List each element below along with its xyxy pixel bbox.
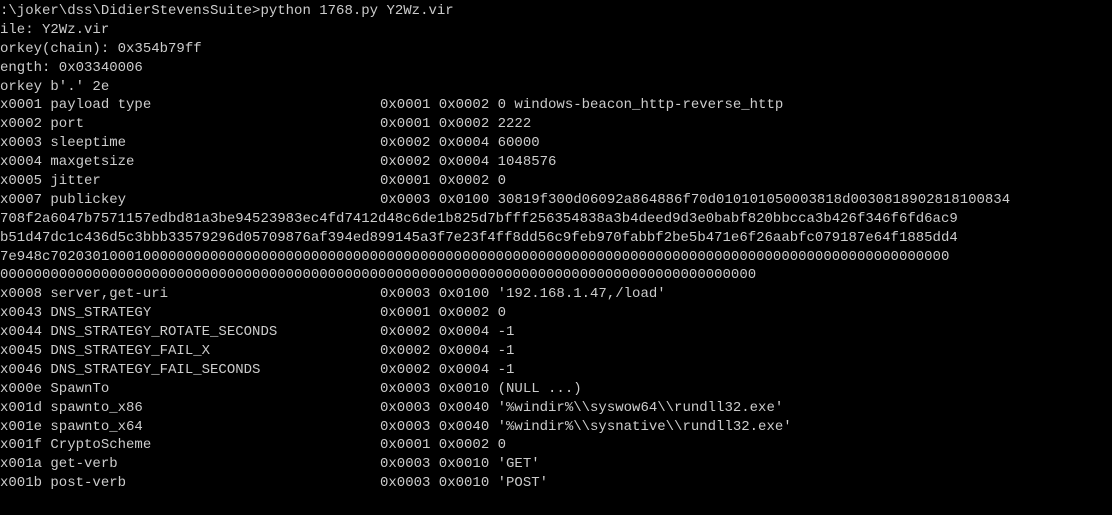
config-row: x0043 DNS_STRATEGY0x0001 0x0002 0 xyxy=(0,304,1112,323)
config-value: 0x0003 0x0040 '%windir%\\syswow64\\rundl… xyxy=(380,399,783,418)
header-length: ength: 0x03340006 xyxy=(0,59,1112,78)
config-key: x0046 DNS_STRATEGY_FAIL_SECONDS xyxy=(0,361,380,380)
config-value: 0x0003 0x0100 '192.168.1.47,/load' xyxy=(380,285,666,304)
publickey-continuation: b51d47dc1c436d5c3bbb33579296d05709876af3… xyxy=(0,229,1112,248)
config-key: x001d spawnto_x86 xyxy=(0,399,380,418)
config-value: 0x0003 0x0010 (NULL ...) xyxy=(380,380,582,399)
config-value: 0x0002 0x0004 1048576 xyxy=(380,153,556,172)
config-value: 0x0002 0x0004 60000 xyxy=(380,134,540,153)
config-row: x0044 DNS_STRATEGY_ROTATE_SECONDS0x0002 … xyxy=(0,323,1112,342)
config-key: x0007 publickey xyxy=(0,191,380,210)
config-value: 0x0003 0x0040 '%windir%\\sysnative\\rund… xyxy=(380,418,792,437)
config-row: x0002 port0x0001 0x0002 2222 xyxy=(0,115,1112,134)
config-key: x0044 DNS_STRATEGY_ROTATE_SECONDS xyxy=(0,323,380,342)
config-key: x001a get-verb xyxy=(0,455,380,474)
config-row: x001b post-verb0x0003 0x0010 'POST' xyxy=(0,474,1112,493)
config-key: x0008 server,get-uri xyxy=(0,285,380,304)
config-value: 0x0001 0x0002 0 xyxy=(380,172,506,191)
command-prompt-line: :\joker\dss\DidierStevensSuite>python 17… xyxy=(0,2,1112,21)
config-key: x0005 jitter xyxy=(0,172,380,191)
config-value: 0x0003 0x0010 'POST' xyxy=(380,474,548,493)
config-key: x0003 sleeptime xyxy=(0,134,380,153)
header-orkey-chain: orkey(chain): 0x354b79ff xyxy=(0,40,1112,59)
config-row: x0007 publickey0x0003 0x0100 30819f300d0… xyxy=(0,191,1112,210)
config-key: x001f CryptoScheme xyxy=(0,436,380,455)
config-value: 0x0003 0x0010 'GET' xyxy=(380,455,540,474)
publickey-continuation: 7e948c7020301000100000000000000000000000… xyxy=(0,248,1112,267)
config-value: 0x0001 0x0002 0 xyxy=(380,436,506,455)
config-key: x000e SpawnTo xyxy=(0,380,380,399)
config-row: x0045 DNS_STRATEGY_FAIL_X0x0002 0x0004 -… xyxy=(0,342,1112,361)
config-key: x0001 payload type xyxy=(0,96,380,115)
config-row: x001a get-verb0x0003 0x0010 'GET' xyxy=(0,455,1112,474)
header-orkey-b: orkey b'.' 2e xyxy=(0,78,1112,97)
config-value: 0x0002 0x0004 -1 xyxy=(380,361,514,380)
config-row: x0003 sleeptime0x0002 0x0004 60000 xyxy=(0,134,1112,153)
config-value: 0x0001 0x0002 2222 xyxy=(380,115,531,134)
config-row: x001f CryptoScheme0x0001 0x0002 0 xyxy=(0,436,1112,455)
config-value: 0x0001 0x0002 0 windows-beacon_http-reve… xyxy=(380,96,783,115)
config-key: x0043 DNS_STRATEGY xyxy=(0,304,380,323)
config-value: 0x0003 0x0100 30819f300d06092a864886f70d… xyxy=(380,191,1010,210)
config-key: x0045 DNS_STRATEGY_FAIL_X xyxy=(0,342,380,361)
config-value: 0x0001 0x0002 0 xyxy=(380,304,506,323)
config-key: x001e spawnto_x64 xyxy=(0,418,380,437)
publickey-continuation: 708f2a6047b7571157edbd81a3be94523983ec4f… xyxy=(0,210,1112,229)
config-value: 0x0002 0x0004 -1 xyxy=(380,323,514,342)
config-key: x001b post-verb xyxy=(0,474,380,493)
config-row: x0004 maxgetsize0x0002 0x0004 1048576 xyxy=(0,153,1112,172)
publickey-continuation: 0000000000000000000000000000000000000000… xyxy=(0,266,1112,285)
config-row: x0046 DNS_STRATEGY_FAIL_SECONDS0x0002 0x… xyxy=(0,361,1112,380)
config-row: x0005 jitter0x0001 0x0002 0 xyxy=(0,172,1112,191)
config-row: x001e spawnto_x640x0003 0x0040 '%windir%… xyxy=(0,418,1112,437)
header-file: ile: Y2Wz.vir xyxy=(0,21,1112,40)
config-key: x0004 maxgetsize xyxy=(0,153,380,172)
config-key: x0002 port xyxy=(0,115,380,134)
config-value: 0x0002 0x0004 -1 xyxy=(380,342,514,361)
config-row: x0008 server,get-uri0x0003 0x0100 '192.1… xyxy=(0,285,1112,304)
config-row: x001d spawnto_x860x0003 0x0040 '%windir%… xyxy=(0,399,1112,418)
config-row: x000e SpawnTo0x0003 0x0010 (NULL ...) xyxy=(0,380,1112,399)
config-row: x0001 payload type0x0001 0x0002 0 window… xyxy=(0,96,1112,115)
